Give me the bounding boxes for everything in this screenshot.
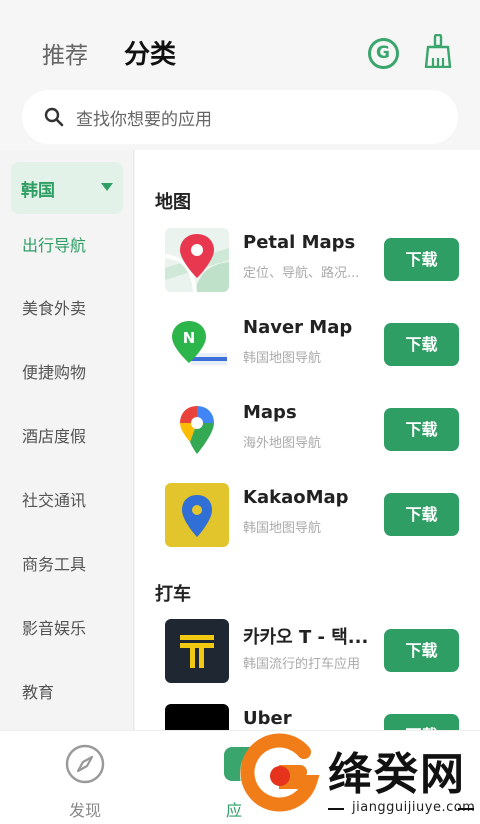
header: 推荐 分类 G 查找你想要的应用 <box>0 0 480 150</box>
watermark-text: 绛癸网 <box>328 749 466 800</box>
region-selector[interactable]: 韩国 <box>11 162 123 214</box>
app-name: 카카오 T - 택... <box>243 627 369 648</box>
download-button[interactable]: 下载 <box>384 238 459 281</box>
search-icon <box>44 107 64 127</box>
tab-category[interactable]: 分类 <box>124 34 176 71</box>
watermark-logo-icon <box>240 733 320 814</box>
section-title-maps: 地图 <box>155 192 191 213</box>
broom-clean-icon[interactable] <box>424 34 452 68</box>
search-bar[interactable]: 查找你想要的应用 <box>22 90 458 144</box>
app-desc: 韩国地图导航 <box>243 521 322 536</box>
app-name: Naver Map <box>243 317 353 338</box>
svg-text:N: N <box>183 329 196 347</box>
app-name: KakaoMap <box>243 487 349 508</box>
caret-down-icon <box>101 183 113 191</box>
app-name: Petal Maps <box>243 232 356 253</box>
app-row[interactable]: Maps 海外地图导航 下载 <box>135 398 480 470</box>
sidebar-item-hotel[interactable]: 酒店度假 <box>22 423 86 447</box>
app-desc: 韩国流行的打车应用 <box>243 657 361 672</box>
download-button[interactable]: 下载 <box>384 629 459 672</box>
app-list: 地图 Petal Maps 定位、导航、路况... 下载 N Naver Map… <box>135 150 480 730</box>
google-maps-icon <box>165 398 229 462</box>
sidebar-item-food-delivery[interactable]: 美食外卖 <box>22 295 86 319</box>
kakao-t-icon <box>165 619 229 683</box>
sidebar-item-education[interactable]: 教育 <box>22 679 54 703</box>
sidebar-item-social[interactable]: 社交通讯 <box>22 487 86 511</box>
watermark-url: jiangguijiuye.com <box>352 800 476 815</box>
sidebar-item-shopping[interactable]: 便捷购物 <box>22 359 86 383</box>
g-icon[interactable]: G <box>368 38 399 69</box>
region-label: 韩国 <box>21 181 55 201</box>
sidebar-item-entertainment[interactable]: 影音娱乐 <box>22 615 86 639</box>
app-desc: 韩国地图导航 <box>243 351 322 366</box>
app-name: Maps <box>243 402 297 423</box>
app-row[interactable]: Petal Maps 定位、导航、路况... 下载 <box>135 228 480 300</box>
app-row[interactable]: 카카오 T - 택... 韩国流行的打车应用 下载 <box>135 619 480 691</box>
compass-icon <box>65 744 105 784</box>
category-sidebar: 韩国 出行导航 美食外卖 便捷购物 酒店度假 社交通讯 商务工具 影音娱乐 教育 <box>0 150 134 730</box>
download-button[interactable]: 下载 <box>384 408 459 451</box>
naver-map-icon: N <box>165 313 229 377</box>
app-name: Uber <box>243 708 292 729</box>
watermark-line <box>328 808 344 810</box>
app-row[interactable]: Uber 下载 <box>135 704 480 730</box>
app-desc: 定位、导航、路况... <box>243 266 360 281</box>
tab-recommend[interactable]: 推荐 <box>42 36 88 70</box>
watermark: 绛癸网 jiangguijiuye.com <box>232 728 480 824</box>
petal-maps-icon <box>165 228 229 292</box>
sidebar-item-travel-nav[interactable]: 出行导航 <box>22 232 86 256</box>
app-row[interactable]: N Naver Map 韩国地图导航 下载 <box>135 313 480 385</box>
app-desc: 海外地图导航 <box>243 436 322 451</box>
sidebar-item-business[interactable]: 商务工具 <box>22 551 86 575</box>
kakao-map-icon <box>165 483 229 547</box>
download-button[interactable]: 下载 <box>384 323 459 366</box>
app-row[interactable]: KakaoMap 韩国地图导航 下载 <box>135 483 480 555</box>
watermark-line <box>458 808 474 810</box>
section-title-taxi: 打车 <box>155 584 191 605</box>
uber-icon <box>165 704 229 730</box>
download-button[interactable]: 下载 <box>384 493 459 536</box>
nav-discover-label: 发现 <box>69 801 102 820</box>
search-placeholder: 查找你想要的应用 <box>76 110 212 130</box>
nav-discover[interactable]: 发现 <box>62 743 108 820</box>
